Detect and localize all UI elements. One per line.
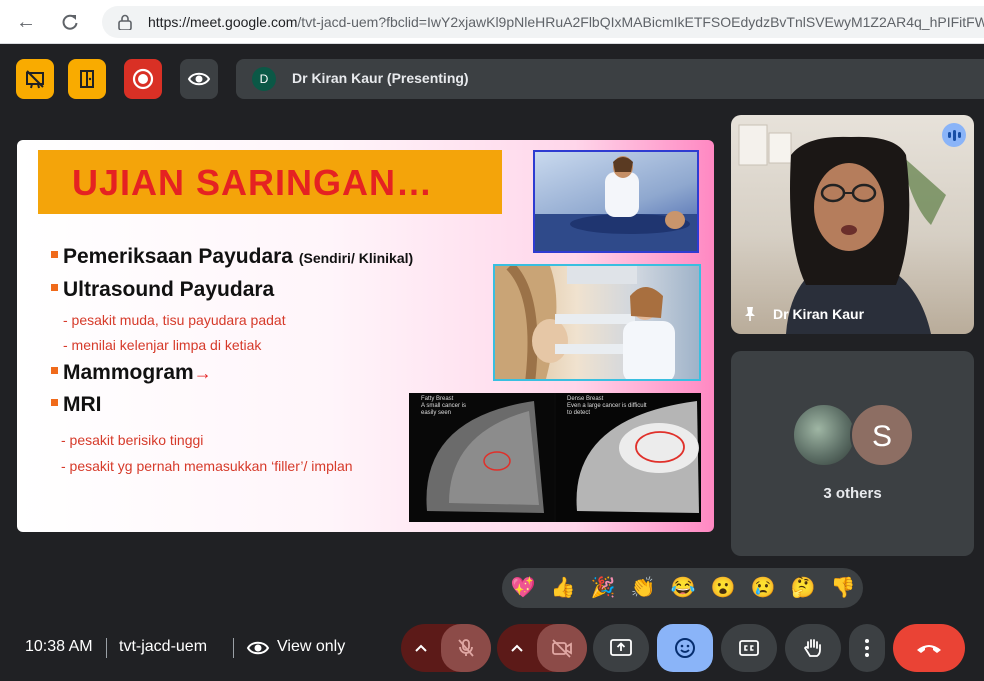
xray-dense-caption: Even a large cancer is difficult to dete… [567, 403, 647, 416]
clinical-exam-photo [533, 150, 699, 253]
xray-fatty-caption: A small cancer is easily seen [421, 403, 467, 416]
reaction-thumbs-down[interactable]: 👎 [828, 573, 858, 603]
bullet-mammogram-text: Mammogram [63, 361, 194, 384]
others-count-label: 3 others [823, 485, 882, 502]
mammography-photo [493, 264, 701, 381]
url-path: /tvt-jacd-uem?fbclid=IwY2xjawKl9pNleHRuA… [297, 14, 984, 30]
browser-bar: ← https://meet.google.com/tvt-jacd-uem?f… [0, 0, 984, 44]
audio-options-button[interactable] [401, 624, 441, 672]
bullet-breast-exam: Pemeriksaan Payudara (Sendiri/ Klinikal) [51, 245, 413, 269]
reaction-thumbs-up[interactable]: 👍 [548, 573, 578, 603]
presentation-off-button[interactable] [16, 59, 54, 99]
presenter-avatar: D [252, 67, 276, 91]
info-divider [106, 638, 107, 658]
site-info-icon[interactable] [118, 14, 132, 30]
red-arrow-icon: → [193, 363, 212, 383]
meeting-time: 10:38 AM [25, 638, 93, 655]
presenting-banner: D Dr Kiran Kaur (Presenting) [236, 59, 984, 99]
sub-mri-1: - pesakit berisiko tinggi [61, 432, 204, 448]
more-vert-icon [865, 639, 869, 657]
xray-dense-title: Dense Breast [567, 396, 604, 402]
pin-icon[interactable] [743, 306, 759, 322]
reaction-clapping[interactable]: 👏 [628, 573, 658, 603]
presentation-off-icon [26, 70, 44, 89]
url-text: https://meet.google.com/tvt-jacd-uem?fbc… [148, 14, 984, 30]
mic-off-icon [458, 639, 474, 657]
door-icon [80, 70, 94, 88]
camera-toggle-button[interactable] [537, 624, 587, 672]
video-options-button[interactable] [497, 624, 537, 672]
chevron-up-icon [511, 644, 523, 652]
view-only-label: View only [277, 638, 346, 655]
sub-ultrasound-2: - menilai kelenjar limpa di ketiak [63, 337, 262, 353]
slide-title: UJIAN SARINGAN… [72, 162, 434, 203]
sub-mri-2: - pesakit yg pernah memasukkan ‘filler’/… [61, 458, 353, 474]
reaction-tears-of-joy[interactable]: 😂 [668, 573, 698, 603]
speaker-video [738, 124, 946, 334]
reaction-sparkling-heart[interactable]: 💖 [508, 573, 538, 603]
info-divider [233, 638, 234, 658]
send-reaction-button[interactable] [657, 624, 713, 672]
leave-call-button[interactable] [893, 624, 965, 672]
record-icon [132, 68, 154, 90]
xray-fatty-title: Fatty Breast [421, 396, 454, 402]
eye-icon [187, 72, 211, 86]
participant-avatar-initial: S [850, 403, 914, 467]
present-screen-button[interactable] [593, 624, 649, 672]
microphone-control [401, 624, 491, 672]
call-end-icon [917, 645, 941, 653]
presenting-label: Dr Kiran Kaur (Presenting) [292, 70, 469, 86]
presentation-slide: UJIAN SARINGAN… Pemeriksaan Payudara (Se… [17, 140, 714, 532]
participant-avatar-photo [792, 403, 856, 467]
reload-icon[interactable] [58, 10, 82, 34]
chevron-up-icon [415, 644, 427, 652]
raise-hand-button[interactable] [785, 624, 841, 672]
view-only-eye-icon [246, 637, 270, 664]
bullet-breast-exam-text: Pemeriksaan Payudara [63, 245, 293, 268]
closed-captions-icon [739, 640, 759, 656]
view-only-indicator-button[interactable] [180, 59, 218, 99]
reactions-bar: 💖 👍 🎉 👏 😂 😮 😢 🤔 👎 [502, 568, 863, 608]
microphone-toggle-button[interactable] [441, 624, 491, 672]
speaking-indicator-icon [942, 123, 966, 147]
recording-button[interactable] [124, 59, 162, 99]
speaker-name: Dr Kiran Kaur [773, 306, 865, 322]
hand-icon [803, 639, 821, 657]
address-bar[interactable]: https://meet.google.com/tvt-jacd-uem?fbc… [102, 6, 984, 38]
url-host: https://meet.google.com [148, 14, 298, 30]
camera-off-icon [552, 639, 572, 658]
meeting-code: tvt-jacd-uem [119, 638, 208, 655]
camera-control [497, 624, 587, 672]
sub-ultrasound-1: - pesakit muda, tisu payudara padat [63, 312, 286, 328]
emoji-smile-icon [675, 638, 695, 658]
bullet-mammogram: Mammogram→ [51, 361, 212, 385]
reaction-party-popper[interactable]: 🎉 [588, 573, 618, 603]
participant-tile-speaker[interactable]: Dr Kiran Kaur [731, 115, 974, 334]
bullet-breast-exam-note: (Sendiri/ Klinikal) [298, 250, 414, 266]
reaction-thinking[interactable]: 🤔 [788, 573, 818, 603]
more-options-button[interactable] [849, 624, 885, 672]
captions-button[interactable] [721, 624, 777, 672]
breakout-room-button[interactable] [68, 59, 106, 99]
participant-tile-others[interactable]: S 3 others [731, 351, 974, 556]
bullet-ultrasound: Ultrasound Payudara [51, 278, 274, 302]
mammogram-xray-image: Fatty Breast A small cancer is easily se… [409, 393, 701, 522]
reaction-surprised[interactable]: 😮 [708, 573, 738, 603]
bullet-mri: MRI [51, 393, 102, 417]
back-arrow-icon[interactable]: ← [14, 10, 38, 34]
present-to-all-icon [610, 639, 632, 656]
reaction-crying[interactable]: 😢 [748, 573, 778, 603]
